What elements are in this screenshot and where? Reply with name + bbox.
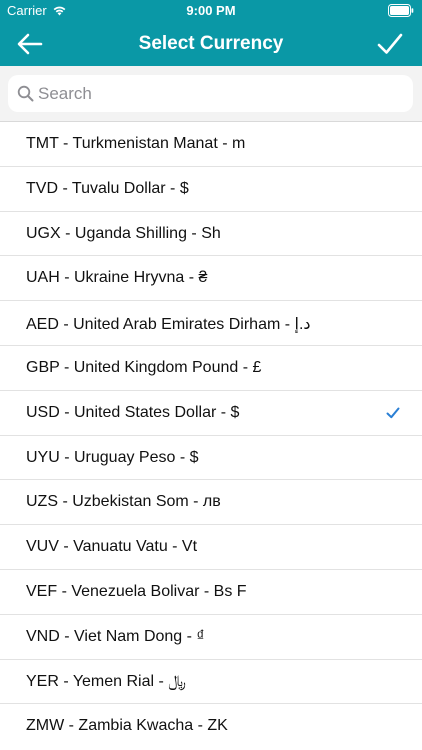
selected-check-icon bbox=[386, 407, 400, 418]
currency-row[interactable]: ZMW - Zambia Kwacha - ZK bbox=[0, 704, 422, 749]
search-input[interactable] bbox=[38, 79, 398, 108]
status-bar: Carrier 9:00 PM bbox=[0, 0, 422, 22]
currency-label: VUV - Vanuatu Vatu - Vt bbox=[26, 538, 198, 556]
currency-row[interactable]: VEF - Venezuela Bolivar - Bs F bbox=[0, 570, 422, 615]
currency-label: GBP - United Kingdom Pound - £ bbox=[26, 358, 262, 376]
checkmark-icon[interactable] bbox=[376, 31, 404, 57]
currency-row[interactable]: UGX - Uganda Shilling - Sh bbox=[0, 212, 422, 257]
status-time: 9:00 PM bbox=[186, 3, 236, 18]
currency-row[interactable]: YER - Yemen Rial - ﷼ bbox=[0, 660, 422, 705]
currency-row[interactable]: AED - United Arab Emirates Dirham - د.إ bbox=[0, 301, 422, 346]
currency-row[interactable]: USD - United States Dollar - $ bbox=[0, 391, 422, 436]
search-icon bbox=[17, 85, 34, 102]
currency-row[interactable]: GBP - United Kingdom Pound - £ bbox=[0, 346, 422, 391]
currency-row[interactable]: TVD - Tuvalu Dollar - $ bbox=[0, 167, 422, 212]
currency-list: TMT - Turkmenistan Manat - m TVD - Tuvalu… bbox=[0, 122, 422, 749]
battery-icon bbox=[388, 4, 414, 17]
currency-row[interactable]: VND - Viet Nam Dong - ₫ bbox=[0, 615, 422, 660]
currency-row[interactable]: VUV - Vanuatu Vatu - Vt bbox=[0, 525, 422, 570]
currency-label: UGX - Uganda Shilling - Sh bbox=[26, 224, 221, 242]
currency-row[interactable]: TMT - Turkmenistan Manat - m bbox=[0, 122, 422, 167]
page-title: Select Currency bbox=[138, 33, 284, 54]
currency-label: AED - United Arab Emirates Dirham - د.إ bbox=[26, 316, 311, 334]
currency-label: USD - United States Dollar - $ bbox=[26, 403, 240, 421]
currency-label: TMT - Turkmenistan Manat - m bbox=[26, 135, 246, 152]
currency-row[interactable]: UZS - Uzbekistan Som - лв bbox=[0, 480, 422, 526]
currency-label: TVD - Tuvalu Dollar - $ bbox=[26, 179, 189, 197]
currency-label: ZMW - Zambia Kwacha - ZK bbox=[26, 717, 228, 735]
currency-label: YER - Yemen Rial - ﷼ bbox=[26, 672, 186, 690]
navigation-bar: Select Currency bbox=[0, 22, 422, 66]
search-area bbox=[0, 66, 422, 122]
currency-label: VND - Viet Nam Dong - ₫ bbox=[26, 627, 205, 645]
search-box[interactable] bbox=[8, 75, 413, 112]
currency-row[interactable]: UAH - Ukraine Hryvna - ₴ bbox=[0, 256, 422, 302]
currency-label: VEF - Venezuela Bolivar - Bs F bbox=[26, 582, 247, 600]
currency-label: UAH - Ukraine Hryvna - ₴ bbox=[26, 269, 208, 287]
currency-row[interactable]: UYU - Uruguay Peso - $ bbox=[0, 436, 422, 481]
status-right bbox=[388, 4, 414, 22]
currency-label: UZS - Uzbekistan Som - лв bbox=[26, 493, 221, 511]
currency-label: UYU - Uruguay Peso - $ bbox=[26, 448, 199, 466]
